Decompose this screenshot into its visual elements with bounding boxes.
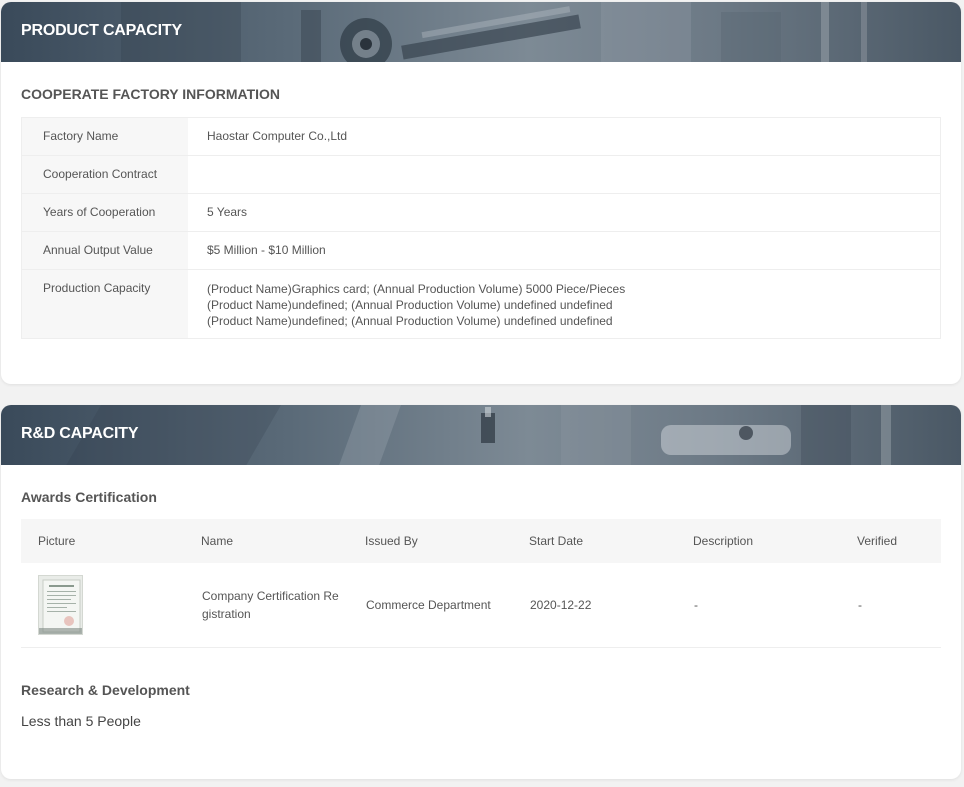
factory-info-row: Production Capacity (Product Name)Graphi…: [22, 270, 940, 338]
production-capacity-value: (Product Name)Graphics card; (Annual Pro…: [188, 270, 940, 338]
award-description: -: [694, 598, 698, 612]
factory-info-row: Cooperation Contract: [22, 156, 940, 194]
table-row: Company Certification Registration Comme…: [21, 563, 941, 648]
certificate-thumbnail-icon[interactable]: [38, 575, 83, 635]
column-header-picture: Picture: [38, 534, 76, 548]
column-header-verified: Verified: [857, 534, 898, 548]
production-capacity-label: Production Capacity: [22, 270, 188, 338]
production-capacity-line: (Product Name)undefined; (Annual Product…: [207, 298, 613, 312]
years-of-cooperation-value: 5 Years: [207, 205, 248, 219]
product-capacity-card: PRODUCT CAPACITY COOPERATE FACTORY INFOR…: [1, 2, 961, 384]
factory-info-table: Factory Name Haostar Computer Co.,Ltd Co…: [21, 117, 941, 339]
factory-info-title: COOPERATE FACTORY INFORMATION: [21, 86, 281, 102]
rd-capacity-banner: R&D CAPACITY: [1, 405, 961, 465]
awards-table: Picture Name Issued By Start Date Descri…: [21, 519, 941, 648]
annual-output-value-label: Annual Output Value: [22, 232, 188, 269]
award-name: Company Certification Registration: [202, 589, 339, 621]
factory-name-value: Haostar Computer Co.,Ltd: [207, 129, 348, 143]
column-header-issued-by: Issued By: [365, 534, 418, 548]
award-verified: -: [858, 598, 862, 612]
column-header-description: Description: [693, 534, 754, 548]
awards-table-header: Picture Name Issued By Start Date Descri…: [21, 519, 941, 563]
factory-info-row: Years of Cooperation 5 Years: [22, 194, 940, 232]
factory-info-row: Annual Output Value $5 Million - $10 Mil…: [22, 232, 940, 270]
product-capacity-banner: PRODUCT CAPACITY: [1, 2, 961, 62]
rd-capacity-card: R&D CAPACITY Awards Certification Pictur…: [1, 405, 961, 779]
research-development-value: Less than 5 People: [21, 713, 141, 729]
factory-name-label: Factory Name: [22, 118, 188, 155]
lab-equipment-banner-image: [66, 405, 891, 465]
award-issued-by: Commerce Department: [366, 598, 491, 612]
cooperation-contract-label: Cooperation Contract: [22, 156, 188, 193]
production-capacity-line: (Product Name)undefined; (Annual Product…: [207, 314, 613, 328]
rd-capacity-title: R&D CAPACITY: [21, 425, 139, 442]
awards-certification-title: Awards Certification: [21, 489, 157, 505]
years-of-cooperation-label: Years of Cooperation: [22, 194, 188, 231]
product-capacity-title: PRODUCT CAPACITY: [21, 22, 182, 39]
award-start-date: 2020-12-22: [530, 598, 592, 612]
award-name-cell: Company Certification Registration: [184, 587, 348, 623]
award-picture-cell: [21, 575, 184, 635]
cooperation-contract-value: [188, 156, 940, 193]
factory-info-row: Factory Name Haostar Computer Co.,Ltd: [22, 118, 940, 156]
column-header-start-date: Start Date: [529, 534, 584, 548]
column-header-name: Name: [201, 534, 234, 548]
annual-output-value-value: $5 Million - $10 Million: [207, 243, 326, 257]
research-development-title: Research & Development: [21, 682, 190, 698]
production-capacity-line: (Product Name)Graphics card; (Annual Pro…: [207, 282, 626, 296]
